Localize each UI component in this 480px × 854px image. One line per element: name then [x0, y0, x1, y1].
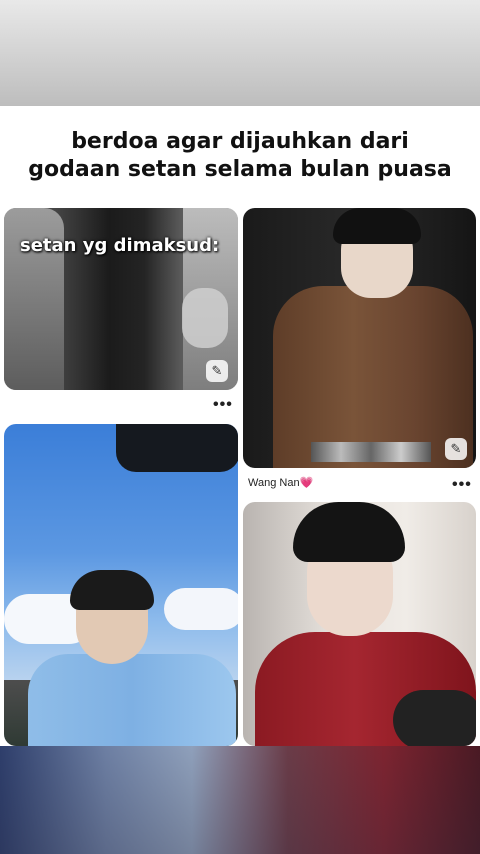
- top-blurred-band: [0, 0, 480, 106]
- caption-line-1: berdoa agar dijauhkan dari: [71, 129, 409, 154]
- caption-line-2: godaan setan selama bulan puasa: [28, 157, 452, 182]
- more-options-icon[interactable]: •••: [452, 476, 472, 494]
- pin-author-label: Wang Nan💗: [248, 476, 313, 489]
- heart-icon: 💗: [299, 477, 314, 489]
- pin-overlay-text: setan yg dimaksud:: [20, 235, 220, 256]
- pin-image-2[interactable]: [243, 208, 476, 468]
- meme-caption: berdoa agar dijauhkan dari godaan setan …: [0, 128, 480, 184]
- push-pin-icon[interactable]: ✎: [445, 438, 467, 460]
- pin-author-name: Wang Nan: [248, 477, 300, 489]
- bottom-blurred-band: [0, 746, 480, 854]
- more-options-icon[interactable]: •••: [213, 396, 233, 414]
- push-pin-icon[interactable]: ✎: [206, 360, 228, 382]
- pin-image-3[interactable]: [4, 424, 238, 746]
- pin-image-4[interactable]: [243, 502, 476, 746]
